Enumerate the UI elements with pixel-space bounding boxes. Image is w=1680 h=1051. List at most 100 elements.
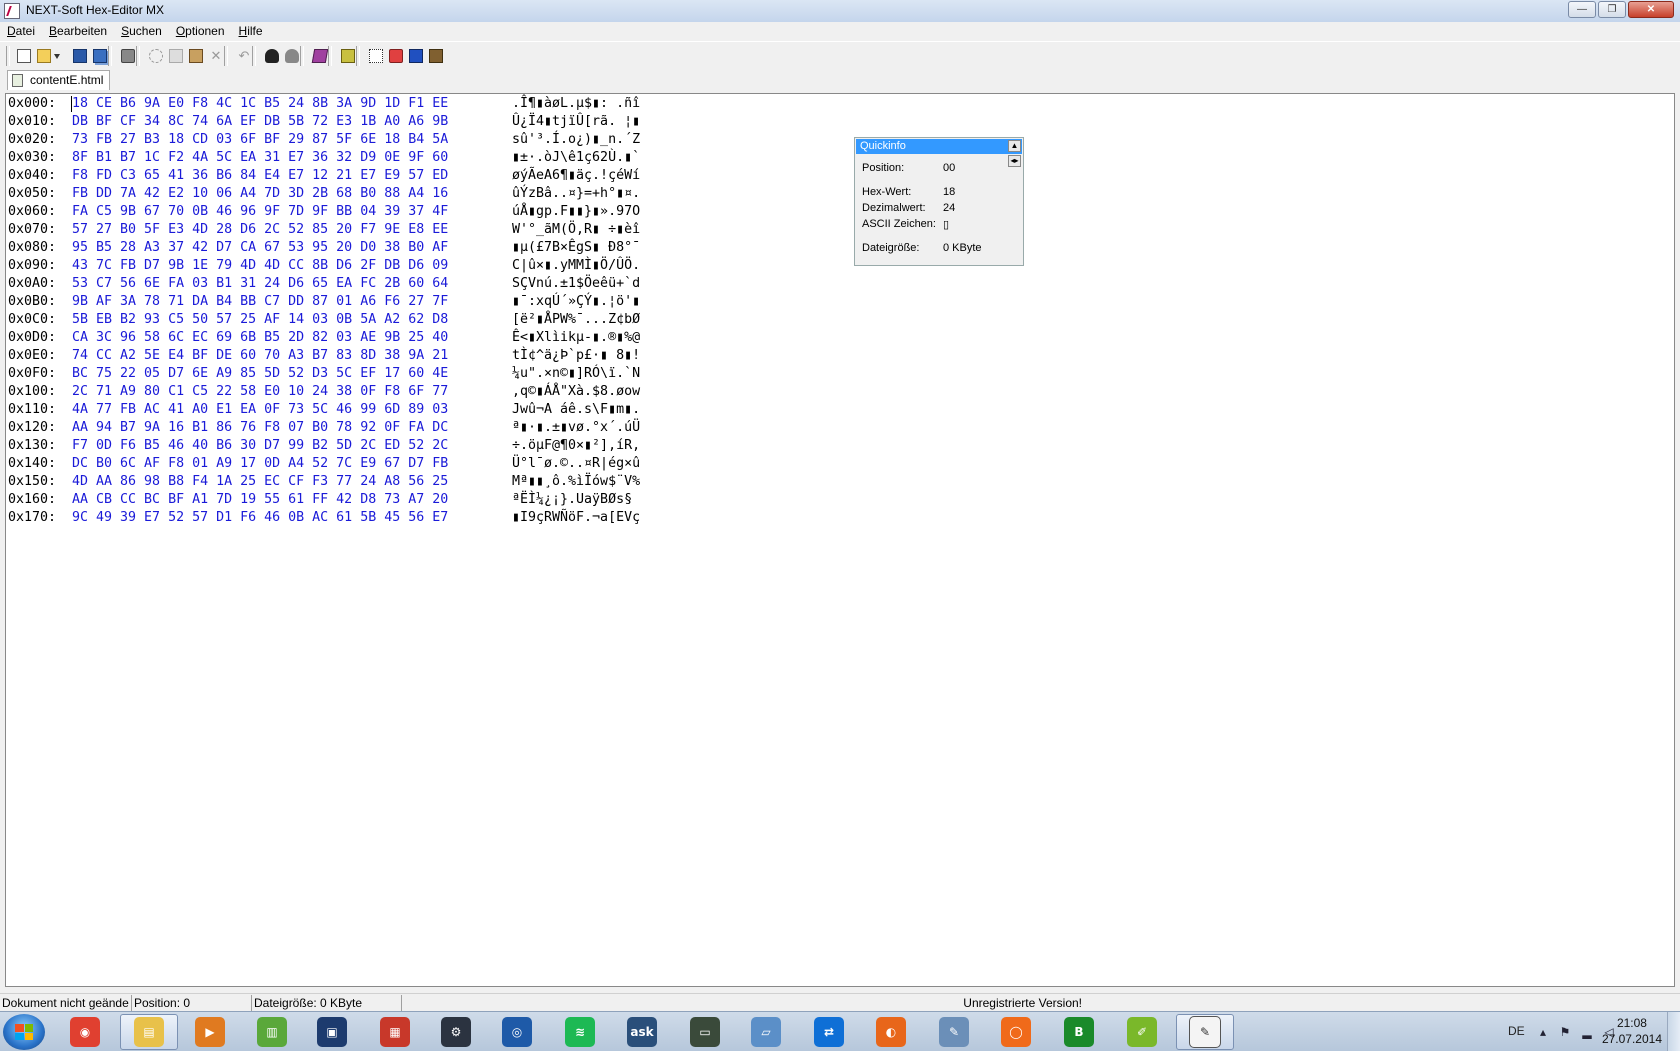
hex-bytes[interactable]: FA C5 9B 67 70 0B 46 96 9F 7D 9F BB 04 3… (72, 203, 448, 221)
ascii-column[interactable]: [ë²▮ÅPW%¯...Z¢bØ (512, 311, 640, 329)
restore-button[interactable]: ❐ (1598, 1, 1626, 18)
tray-expand-icon[interactable]: ▴ (1536, 1025, 1550, 1039)
hex-offset[interactable]: 0x100: (8, 383, 56, 401)
minimize-button[interactable]: — (1568, 1, 1596, 18)
menu-datei[interactable]: Datei (0, 22, 42, 41)
ascii-column[interactable]: ª▮·▮.±▮vø.°x´.úÜ (512, 419, 640, 437)
hex-bytes[interactable]: 9C 49 39 E7 52 57 D1 F6 46 0B AC 61 5B 4… (72, 509, 448, 527)
menu-bearbeiten[interactable]: Bearbeiten (42, 22, 114, 41)
find-next-button[interactable] (282, 46, 302, 66)
hex-bytes[interactable]: 57 27 B0 5F E3 4D 28 D6 2C 52 85 20 F7 9… (72, 221, 448, 239)
ascii-column[interactable]: SÇVnú.±1$Öeêü+`d (512, 275, 640, 293)
new-file-button[interactable] (14, 46, 34, 66)
ascii-column[interactable]: W'°_ãM(Ö,R▮ ÷▮èî (512, 221, 640, 239)
hex-offset[interactable]: 0x000: (8, 95, 56, 113)
open-file-button[interactable] (34, 46, 54, 66)
ascii-column[interactable]: ▮µ(£7B×ÊgS▮ Ð8°¯ (512, 239, 640, 257)
ascii-column[interactable]: ûÝzBâ..¤}=+h°▮¤. (512, 185, 640, 203)
collapse-up-icon[interactable]: ▲ (1008, 140, 1021, 152)
hex-bytes[interactable]: CA 3C 96 58 6C EC 69 6B B5 2D 82 03 AE 9… (72, 329, 448, 347)
taskbar-network-monitor[interactable]: ▥ (243, 1014, 301, 1050)
hex-bytes[interactable]: 9B AF 3A 78 71 DA B4 BB C7 DD 87 01 A6 F… (72, 293, 448, 311)
hex-bytes[interactable]: DB BF CF 34 8C 74 6A EF DB 5B 72 E3 1B A… (72, 113, 448, 131)
bookmark-button[interactable] (310, 46, 330, 66)
menu-optionen[interactable]: Optionen (169, 22, 232, 41)
hex-offset[interactable]: 0x140: (8, 455, 56, 473)
taskbar-origin[interactable]: ◯ (987, 1014, 1045, 1050)
hex-offset[interactable]: 0x0F0: (8, 365, 56, 383)
taskbar-spotify[interactable]: ≋ (551, 1014, 609, 1050)
hex-offset[interactable]: 0x0E0: (8, 347, 56, 365)
hex-offset[interactable]: 0x150: (8, 473, 56, 491)
hex-bytes[interactable]: BC 75 22 05 D7 6E A9 85 5D 52 D3 5C EF 1… (72, 365, 448, 383)
save-button[interactable] (70, 46, 90, 66)
ascii-column[interactable]: Ü°l¯ø.©..¤R|ég×û (512, 455, 640, 473)
copy-button[interactable] (166, 46, 186, 66)
hex-offset[interactable]: 0x170: (8, 509, 56, 527)
hex-offset[interactable]: 0x160: (8, 491, 56, 509)
action-center-flag-icon[interactable]: ⚑ (1558, 1025, 1572, 1039)
app-icon[interactable] (4, 3, 20, 19)
hex-offset[interactable]: 0x0C0: (8, 311, 56, 329)
hex-bytes[interactable]: AA 94 B7 9A 16 B1 86 76 F8 07 B0 78 92 0… (72, 419, 448, 437)
taskbar-firefox[interactable]: ◐ (862, 1014, 920, 1050)
taskbar-notepad[interactable]: ▱ (737, 1014, 795, 1050)
find-button[interactable] (262, 46, 282, 66)
taskbar-cleaner[interactable]: ✎ (925, 1014, 983, 1050)
taskbar-pdf[interactable]: ▦ (366, 1014, 424, 1050)
ascii-column[interactable]: tÌ¢^ä¿Þ`p£·▮ 8▮! (512, 347, 640, 365)
hex-bytes[interactable]: 95 B5 28 A3 37 42 D7 CA 67 53 95 20 D0 3… (72, 239, 448, 257)
hex-bytes[interactable]: 18 CE B6 9A E0 F8 4C 1C B5 24 8B 3A 9D 1… (72, 95, 448, 113)
ascii-column[interactable]: ▮±·.òJ\ê1ç62Ù.▮` (512, 149, 640, 167)
ascii-column[interactable]: Jwû¬A áê.s\F▮m▮. (512, 401, 640, 419)
taskbar-hex-editor[interactable]: ✎ (1176, 1014, 1234, 1050)
ascii-column[interactable]: ▮¯:xqÚ´»ÇÝ▮.¦ö'▮ (512, 293, 640, 311)
network-signal-icon[interactable]: ▂ (1580, 1025, 1594, 1039)
ascii-column[interactable]: ªËÌ¼¿¡}.UaÿBØs§ (512, 491, 640, 509)
hex-offset[interactable]: 0x080: (8, 239, 56, 257)
hex-offset[interactable]: 0x130: (8, 437, 56, 455)
hex-offset[interactable]: 0x050: (8, 185, 56, 203)
hex-offset[interactable]: 0x0B0: (8, 293, 56, 311)
taskbar-bandicam[interactable]: B (1050, 1014, 1108, 1050)
hex-offset[interactable]: 0x060: (8, 203, 56, 221)
hex-bytes[interactable]: 53 C7 56 6E FA 03 B1 31 24 D6 65 EA FC 2… (72, 275, 448, 293)
hex-bytes[interactable]: 8F B1 B7 1C F2 4A 5C EA 31 E7 36 32 D9 0… (72, 149, 448, 167)
hex-offset[interactable]: 0x070: (8, 221, 56, 239)
hex-bytes[interactable]: 43 7C FB D7 9B 1E 79 4D 4D CC 8B D6 2F D… (72, 257, 448, 275)
taskbar-steam[interactable]: ⚙ (427, 1014, 485, 1050)
open-dropdown-button[interactable] (52, 46, 62, 66)
hex-bytes[interactable]: AA CB CC BC BF A1 7D 19 55 61 FF 42 D8 7… (72, 491, 448, 509)
ascii-column[interactable]: ÷.öµF@¶0×▮²],íR, (512, 437, 640, 455)
hex-offset[interactable]: 0x110: (8, 401, 56, 419)
hex-offset[interactable]: 0x090: (8, 257, 56, 275)
show-desktop-button[interactable] (1667, 1012, 1680, 1051)
export-button[interactable] (406, 46, 426, 66)
taskbar-remote-desktop[interactable]: ▣ (303, 1014, 361, 1050)
delete-button[interactable]: ✕ (206, 46, 226, 66)
taskbar-messenger[interactable]: ◎ (488, 1014, 546, 1050)
taskbar-askfm[interactable]: ask (613, 1014, 671, 1050)
hex-editor-area[interactable]: 0x000: 18 CE B6 9A E0 F8 4C 1C B5 24 8B 3… (5, 93, 1675, 987)
hex-offset[interactable]: 0x030: (8, 149, 56, 167)
taskbar-chrome[interactable]: ◉ (56, 1014, 114, 1050)
hex-bytes[interactable]: 5B EB B2 93 C5 50 57 25 AF 14 03 0B 5A A… (72, 311, 448, 329)
ascii-column[interactable]: øýÃeA6¶▮äç.!çéWí (512, 167, 640, 185)
hex-offset[interactable]: 0x120: (8, 419, 56, 437)
convert-button[interactable] (386, 46, 406, 66)
ascii-column[interactable]: úÅ▮gp.F▮▮}▮».97O (512, 203, 640, 221)
taskbar-explorer[interactable]: ▤ (120, 1014, 178, 1050)
hex-bytes[interactable]: DC B0 6C AF F8 01 A9 17 0D A4 52 7C E9 6… (72, 455, 448, 473)
hex-bytes[interactable]: 4D AA 86 98 B8 F4 1A 25 EC CF F3 77 24 A… (72, 473, 448, 491)
taskbar-editor[interactable]: ✐ (1113, 1014, 1171, 1050)
hex-bytes[interactable]: 2C 71 A9 80 C1 C5 22 58 E0 10 24 38 0F F… (72, 383, 448, 401)
hex-offset[interactable]: 0x040: (8, 167, 56, 185)
save-all-button[interactable] (90, 46, 110, 66)
taskbar-terminal[interactable]: ▭ (676, 1014, 734, 1050)
taskbar-teamviewer[interactable]: ⇄ (800, 1014, 858, 1050)
tab-contente-html[interactable]: contentE.html (7, 70, 111, 90)
paste-button[interactable] (186, 46, 206, 66)
language-indicator[interactable]: DE (1508, 1024, 1525, 1038)
hex-bytes[interactable]: FB DD 7A 42 E2 10 06 A4 7D 3D 2B 68 B0 8… (72, 185, 448, 203)
hex-bytes[interactable]: 74 CC A2 5E E4 BF DE 60 70 A3 B7 83 8D 3… (72, 347, 448, 365)
